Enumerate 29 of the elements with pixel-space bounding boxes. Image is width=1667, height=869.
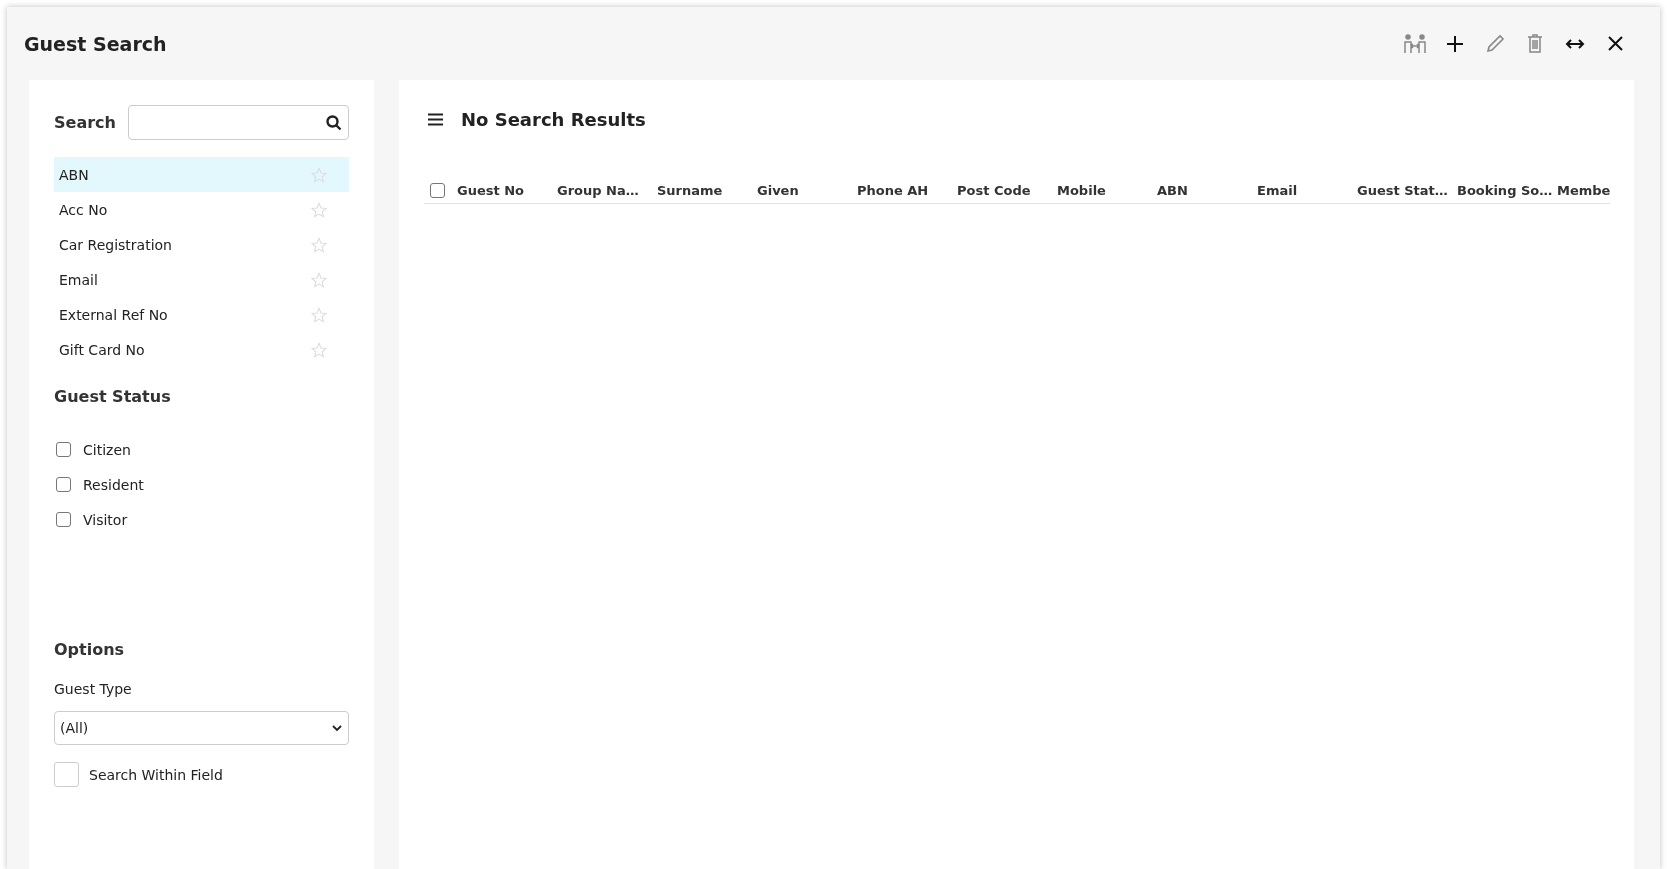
checkbox-label: Resident <box>83 476 144 493</box>
column-header[interactable]: Membe <box>1557 182 1611 198</box>
column-header[interactable]: Post Code <box>957 182 1057 198</box>
checkbox-label: Visitor <box>83 511 128 528</box>
column-header[interactable]: Group Na… <box>557 182 657 198</box>
section-heading: Guest Status <box>54 387 172 406</box>
column-header[interactable]: Surname <box>657 182 757 198</box>
window-title: Guest Search <box>24 32 168 55</box>
search-field-item[interactable]: External Ref No <box>54 297 349 332</box>
results-title: No Search Results <box>461 108 646 130</box>
search-field-item[interactable]: Acc No <box>54 192 349 227</box>
checkbox-label: Citizen <box>83 441 131 458</box>
column-header[interactable]: Guest No <box>457 182 557 198</box>
field-label: Guest Type <box>54 681 133 697</box>
search-field-item[interactable]: Gift Card No <box>54 332 349 367</box>
search-label: Search <box>54 113 116 132</box>
section-heading: Options <box>54 640 126 659</box>
checkbox-label: Search Within Field <box>89 766 223 783</box>
guest-type-dropdown[interactable]: (All) <box>54 711 349 745</box>
column-header[interactable]: Given <box>757 182 857 198</box>
column-header[interactable]: ABN <box>1157 182 1257 198</box>
column-header[interactable]: Phone AH <box>857 182 957 198</box>
column-header[interactable]: Booking So… <box>1457 182 1557 198</box>
column-header[interactable]: Email <box>1257 182 1357 198</box>
search-field-item[interactable]: Email <box>54 262 349 297</box>
column-header[interactable]: Guest Stat… <box>1357 182 1457 198</box>
search-field-item[interactable]: Car Registration <box>54 227 349 262</box>
search-field-item[interactable]: ABN <box>54 157 349 192</box>
column-header[interactable]: Mobile <box>1057 182 1157 198</box>
